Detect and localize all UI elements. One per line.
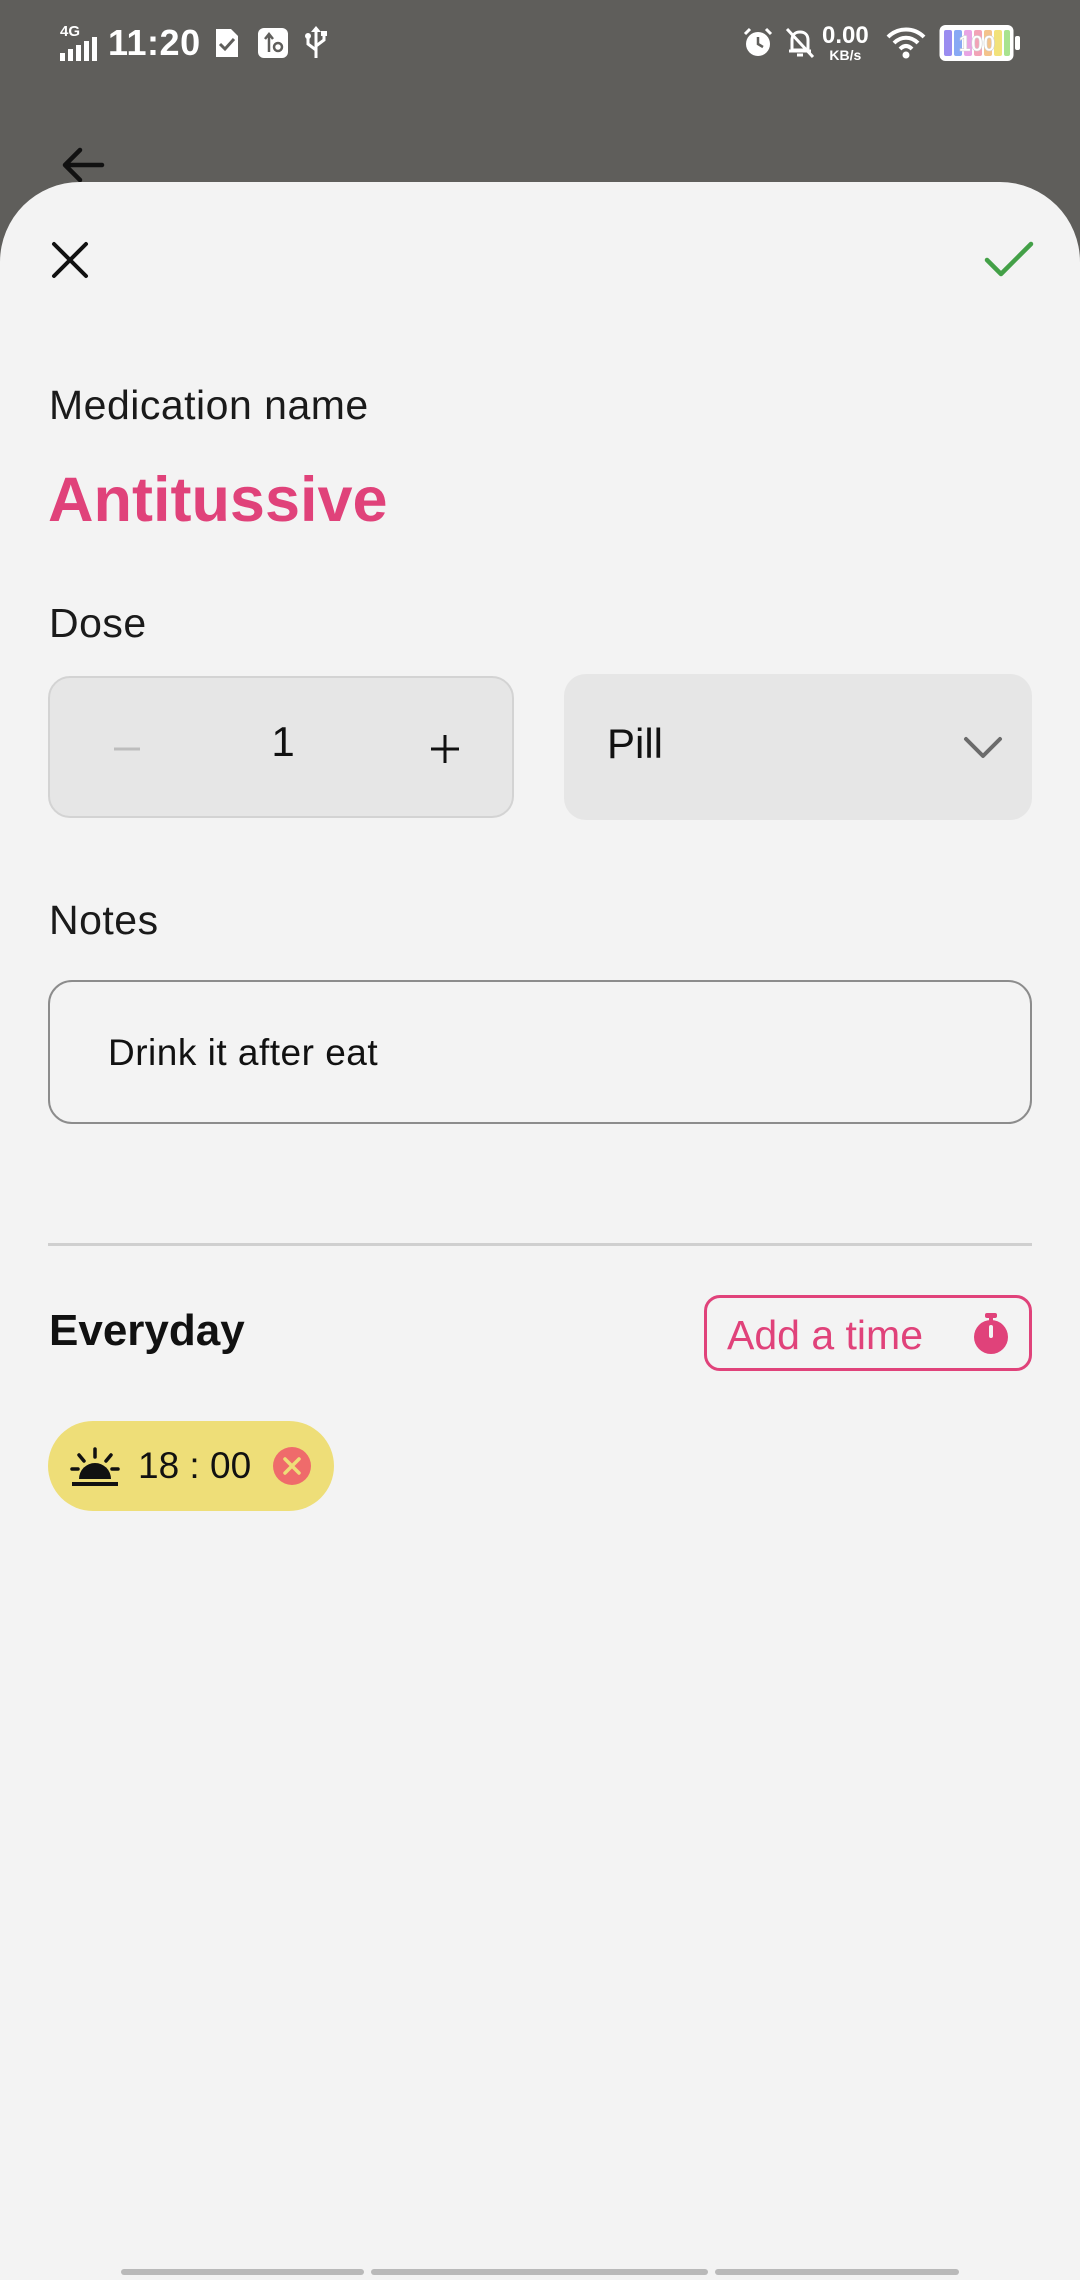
svg-text:4G: 4G — [60, 23, 80, 40]
dose-unit-dropdown[interactable]: Pill — [564, 674, 1032, 820]
decrement-button[interactable] — [92, 714, 162, 784]
notes-field[interactable] — [48, 980, 1032, 1124]
check-icon — [984, 241, 1034, 277]
sunset-icon — [70, 1447, 120, 1486]
close-button[interactable] — [40, 230, 100, 290]
dose-stepper: 1 — [48, 676, 514, 818]
medication-name-label: Medication name — [49, 382, 369, 428]
nav-bar-left — [121, 2269, 364, 2275]
notes-input[interactable] — [108, 1026, 988, 1080]
clock-time: 11:20 — [108, 22, 201, 63]
remove-time-icon[interactable] — [272, 1446, 312, 1486]
nav-bar-center[interactable] — [371, 2269, 708, 2275]
add-medication-sheet: Medication name Antitussive Dose 1 Pill … — [0, 182, 1080, 2280]
nav-bar-right — [715, 2269, 959, 2275]
confirm-button[interactable] — [976, 227, 1042, 293]
dose-label: Dose — [49, 600, 147, 646]
wifi-icon — [886, 18, 926, 68]
signal-icon: 4G — [58, 18, 98, 68]
dose-unit-value: Pill — [607, 720, 664, 767]
add-time-label: Add a time — [727, 1312, 923, 1358]
battery-icon: 100 — [938, 18, 1022, 68]
alarm-icon — [742, 18, 774, 68]
minus-icon — [114, 747, 140, 751]
close-icon — [52, 242, 88, 278]
timer-icon — [974, 1313, 1008, 1354]
medication-name-value[interactable]: Antitussive — [48, 464, 388, 536]
bell-off-icon — [784, 18, 816, 68]
plus-icon — [431, 735, 459, 763]
status-bar: 4G 11:20 0.00 KB/s 100 — [0, 0, 1080, 90]
chevron-down-icon — [964, 737, 1002, 758]
time-value: 18 : 00 — [138, 1445, 252, 1486]
add-time-button[interactable]: Add a time — [704, 1295, 1032, 1371]
dose-value: 1 — [271, 718, 295, 765]
sim-check-icon — [214, 18, 240, 68]
svg-text:100: 100 — [959, 31, 996, 56]
time-chip[interactable]: 18 : 00 — [48, 1421, 334, 1511]
increment-button[interactable] — [410, 714, 480, 784]
frequency-title[interactable]: Everyday — [49, 1306, 245, 1356]
network-speed: 0.00 KB/s — [822, 22, 869, 63]
divider — [48, 1243, 1032, 1246]
usb-icon — [303, 18, 329, 68]
usb-settings-icon — [257, 18, 289, 68]
notes-label: Notes — [49, 897, 159, 943]
